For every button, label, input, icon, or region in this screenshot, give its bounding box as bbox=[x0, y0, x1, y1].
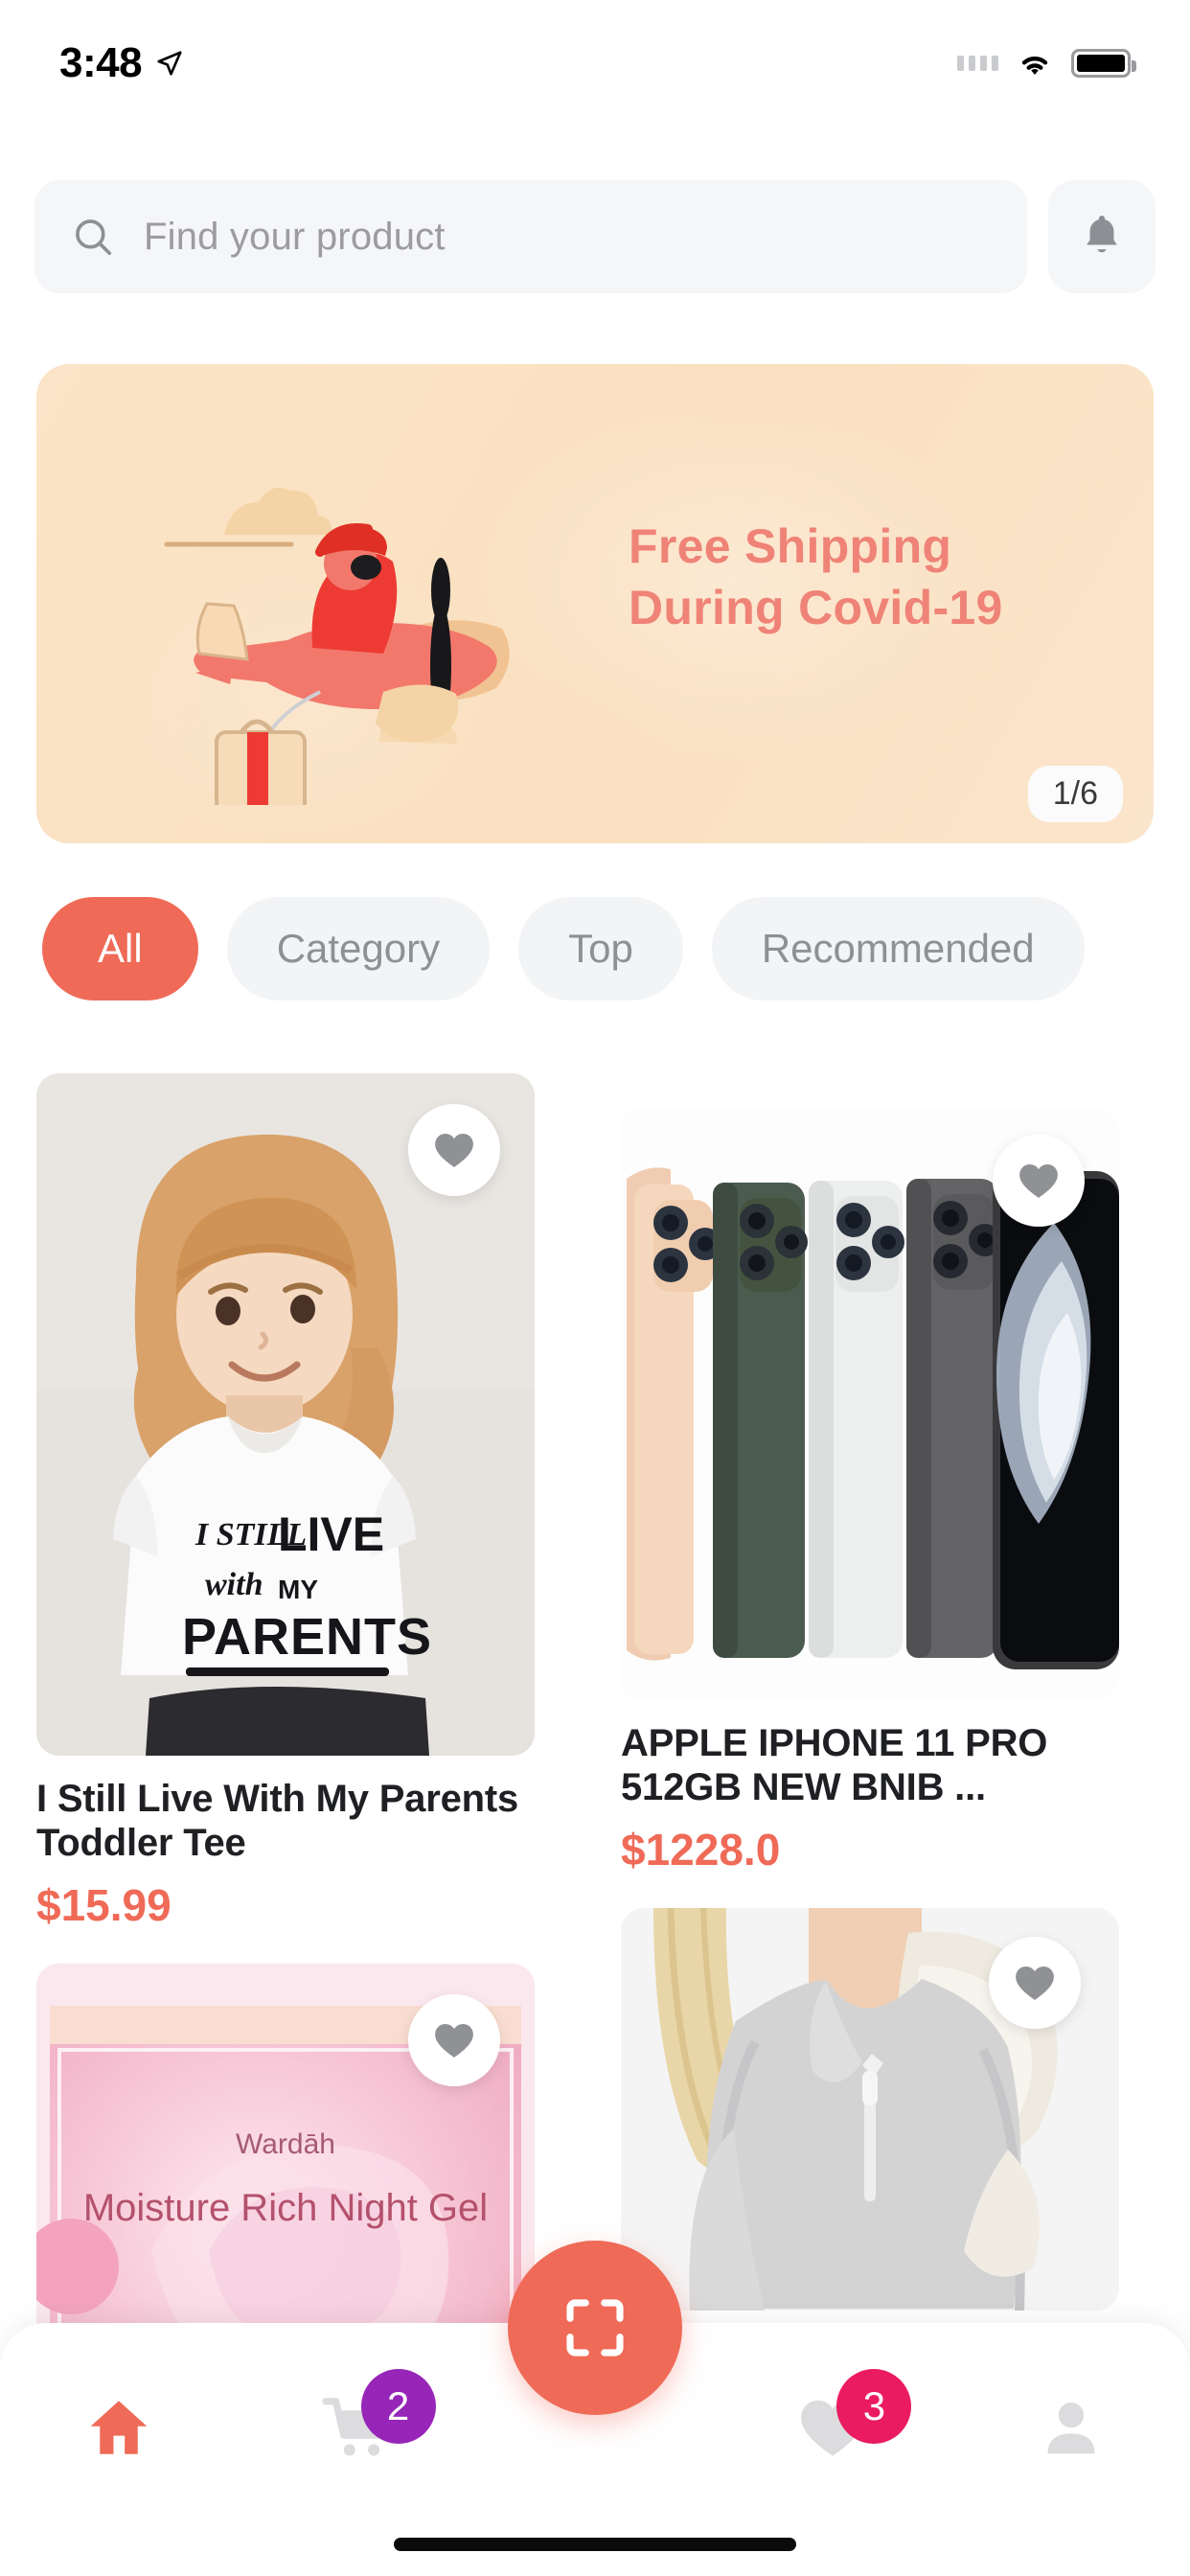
battery-full-icon bbox=[1071, 49, 1136, 78]
product-price: $15.99 bbox=[36, 1879, 172, 1930]
filter-chip-top[interactable]: Top bbox=[518, 897, 683, 1000]
promo-banner[interactable]: Free Shipping During Covid-19 1/6 bbox=[36, 364, 1154, 843]
status-bar-clock: 3:48 bbox=[59, 39, 143, 86]
status-bar-left: 3:48 bbox=[59, 39, 184, 87]
favorite-button[interactable] bbox=[993, 1135, 1085, 1227]
bell-icon bbox=[1087, 215, 1117, 253]
wifi-icon bbox=[1021, 57, 1048, 75]
status-bar: 3:48 bbox=[0, 0, 1190, 126]
home-icon bbox=[90, 2401, 148, 2454]
location-arrow-icon bbox=[157, 51, 182, 76]
banner-line-2: During Covid-19 bbox=[629, 581, 1003, 634]
banner-line-1: Free Shipping bbox=[629, 519, 952, 573]
product-image[interactable]: I STILL LIVE with MY PARENTS bbox=[36, 1073, 535, 1756]
person-icon bbox=[1047, 2403, 1095, 2454]
favorites-badge: 3 bbox=[836, 2369, 912, 2444]
product-column-right: APPLE IPHONE 11 PRO 512GB NEW BNIB ... $… bbox=[621, 1073, 1119, 2343]
product-title: I Still Live With My Parents Toddler Tee bbox=[36, 1778, 519, 1865]
notifications-button[interactable] bbox=[1048, 180, 1156, 293]
brand-text: Wardāh bbox=[236, 2128, 335, 2160]
shirt-text-line-3: with bbox=[205, 1567, 263, 1602]
product-title: APPLE IPHONE 11 PRO 512GB NEW BNIB ... bbox=[621, 1722, 1048, 1809]
shirt-text-line-2: LIVE bbox=[278, 1507, 384, 1561]
nav-item-home[interactable] bbox=[0, 2375, 238, 2480]
product-card[interactable]: I STILL LIVE with MY PARENTS I Still Liv… bbox=[36, 1073, 535, 1931]
filter-chip-category[interactable]: Category bbox=[226, 897, 491, 1000]
search-icon bbox=[76, 219, 112, 256]
product-image[interactable] bbox=[621, 1907, 1119, 2311]
home-indicator bbox=[394, 2538, 796, 2551]
filter-chip-row[interactable]: All Category Top Recommended bbox=[0, 891, 1190, 1006]
scan-qr-icon bbox=[566, 2299, 624, 2357]
search-row: Find your product bbox=[0, 180, 1190, 293]
nav-item-cart[interactable]: 2 bbox=[238, 2369, 475, 2480]
favorite-button[interactable] bbox=[989, 1936, 1081, 2029]
product-image[interactable] bbox=[621, 1108, 1119, 1700]
product-column-left: I STILL LIVE with MY PARENTS I Still Liv… bbox=[36, 1073, 535, 2495]
favorite-button[interactable] bbox=[408, 1993, 500, 2086]
heart-icon bbox=[435, 2023, 473, 2058]
search-placeholder: Find your product bbox=[144, 215, 446, 258]
search-input[interactable]: Find your product bbox=[34, 180, 1027, 293]
filter-chip-recommended[interactable]: Recommended bbox=[711, 897, 1085, 1000]
scan-button[interactable] bbox=[508, 2241, 682, 2415]
favorite-button[interactable] bbox=[408, 1104, 500, 1196]
signal-dots-icon bbox=[957, 56, 998, 71]
status-bar-right bbox=[957, 49, 1136, 78]
nav-item-favorites[interactable]: 3 bbox=[714, 2369, 951, 2480]
product-card[interactable] bbox=[621, 1907, 1119, 2311]
shirt-text-line-4: MY bbox=[278, 1575, 318, 1604]
product-name-text: Moisture Rich Night Gel bbox=[83, 2187, 488, 2229]
banner-headline: Free Shipping During Covid-19 bbox=[629, 516, 1003, 638]
airplane-delivery-illustration bbox=[132, 422, 630, 815]
banner-page-counter: 1/6 bbox=[1027, 766, 1123, 822]
heart-icon bbox=[1019, 1163, 1058, 1198]
nav-item-profile[interactable] bbox=[952, 2375, 1190, 2480]
product-price: $1228.0 bbox=[621, 1824, 781, 1874]
product-card[interactable]: APPLE IPHONE 11 PRO 512GB NEW BNIB ... $… bbox=[621, 1108, 1119, 1875]
cart-badge: 2 bbox=[360, 2369, 436, 2444]
filter-chip-all[interactable]: All bbox=[42, 897, 198, 1000]
heart-icon bbox=[1016, 1966, 1054, 2000]
heart-icon bbox=[435, 1133, 473, 1167]
shirt-text-line-5: PARENTS bbox=[182, 1608, 432, 1666]
